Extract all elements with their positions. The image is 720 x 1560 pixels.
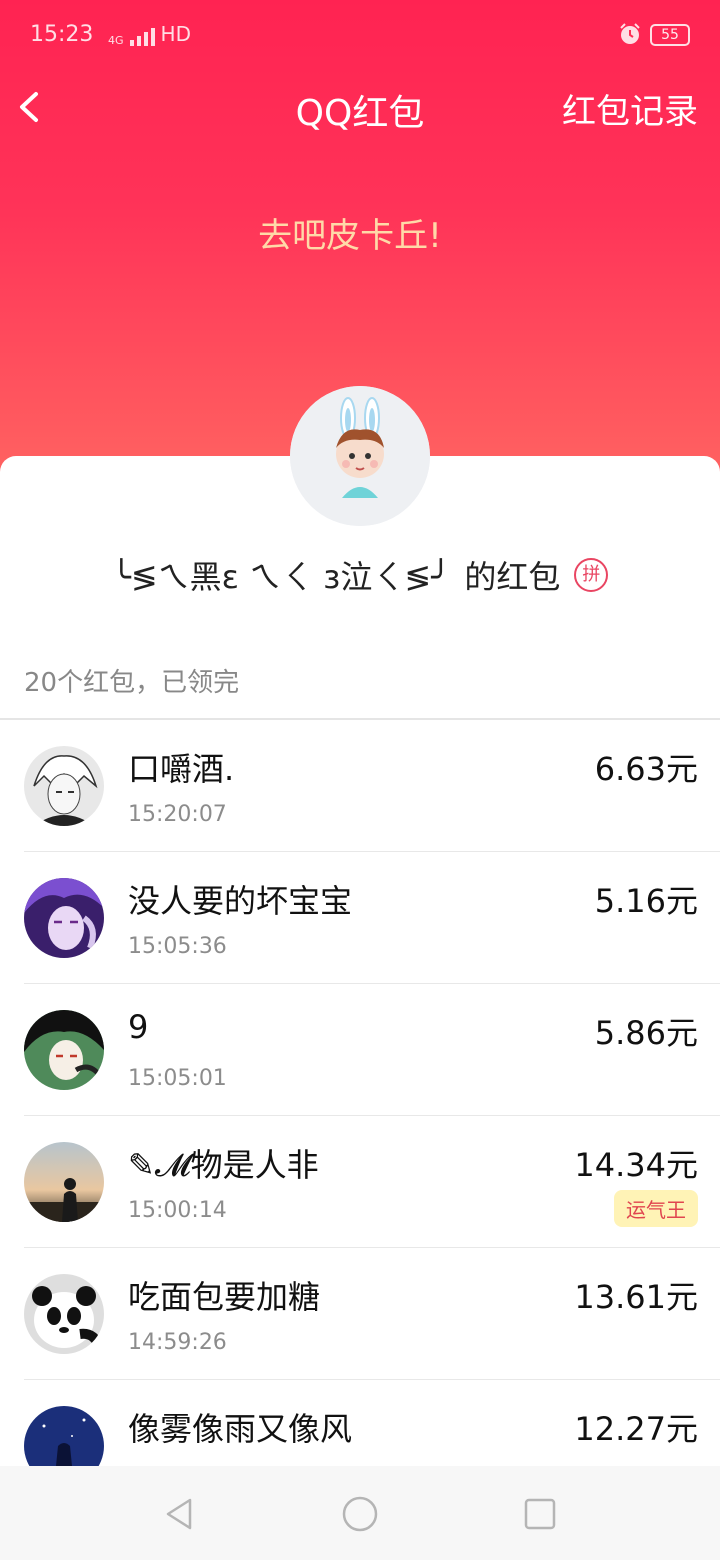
recipient-time: 15:00:14: [128, 1198, 227, 1223]
nav-back-triangle-icon[interactable]: [160, 1494, 200, 1534]
recipient-amount: 12.27元: [574, 1410, 698, 1448]
navigation-bar: QQ红包 红包记录: [0, 72, 720, 142]
recipient-amount: 13.61元: [574, 1278, 698, 1316]
recipient-name: 没人要的坏宝宝: [128, 882, 353, 920]
network-type: 4G: [108, 34, 124, 47]
nav-home-circle-icon[interactable]: [340, 1494, 380, 1534]
recipient-name: 吃面包要加糖: [128, 1278, 321, 1316]
recipient-amount: 14.34元: [574, 1146, 698, 1184]
sender-avatar[interactable]: [290, 386, 430, 526]
recipient-name: 口嚼酒.: [128, 750, 235, 788]
recipient-time: 15:05:01: [128, 1066, 227, 1091]
system-navigation-bar: [0, 1466, 720, 1560]
sender-line: ╰≶ㄟ黑ε ㄟㄑ з泣ㄑ≶╯ 的红包 拼: [0, 552, 720, 598]
recipient-row[interactable]: 没人要的坏宝宝 15:05:36 5.16元: [0, 852, 720, 984]
hd-indicator: HD: [160, 22, 191, 46]
recipient-name: ✎𝓜物是人非: [128, 1146, 319, 1184]
status-time: 15:23: [30, 22, 94, 47]
purple-hair-avatar-icon: [24, 878, 104, 958]
battery-icon: 55: [650, 24, 690, 46]
recipient-row[interactable]: 像雾像雨又像风 12.27元: [0, 1380, 720, 1466]
recipient-avatar: [24, 878, 104, 958]
back-button[interactable]: [10, 82, 50, 132]
pin-badge-icon: 拼: [574, 558, 609, 592]
recipient-name: 9: [128, 1008, 149, 1046]
recipient-time: 14:59:26: [128, 1330, 227, 1355]
anime-boy-avatar-icon: [24, 746, 104, 826]
recipient-amount: 5.16元: [594, 882, 698, 920]
sunset-silhouette-avatar-icon: [24, 1142, 104, 1222]
recipient-avatar: [24, 1010, 104, 1090]
luck-king-badge: 运气王: [614, 1190, 698, 1227]
recipient-list: 口嚼酒. 15:20:07 6.63元 没人要的坏宝宝 15:05:36 5.1…: [0, 720, 720, 1466]
recipient-time: 15:20:07: [128, 802, 227, 827]
packet-summary: 20个红包，已领完: [24, 668, 240, 698]
sender-suffix: 的红包: [464, 558, 561, 596]
red-packet-records-link[interactable]: 红包记录: [562, 84, 698, 133]
bunny-boy-avatar-icon: [290, 386, 430, 526]
recipient-name: 像雾像雨又像风: [128, 1410, 353, 1448]
alarm-icon: [620, 23, 640, 44]
panda-avatar-icon: [24, 1274, 104, 1354]
nav-recents-square-icon[interactable]: [520, 1494, 560, 1534]
signal-icon: [129, 26, 155, 46]
network-indicator: 4G HD: [108, 22, 191, 46]
recipient-avatar: [24, 1142, 104, 1222]
recipient-row[interactable]: 口嚼酒. 15:20:07 6.63元: [0, 720, 720, 852]
recipient-amount: 5.86元: [594, 1014, 698, 1052]
sender-name: ╰≶ㄟ黑ε ㄟㄑ з泣ㄑ≶╯: [111, 558, 451, 596]
recipient-avatar: [24, 1274, 104, 1354]
recipient-row[interactable]: 9 15:05:01 5.86元: [0, 984, 720, 1116]
night-sky-avatar-icon: [24, 1406, 104, 1466]
recipient-time: 15:05:36: [128, 934, 227, 959]
recipient-avatar: [24, 746, 104, 826]
dark-hair-avatar-icon: [24, 1010, 104, 1090]
recipient-avatar: [24, 1406, 104, 1466]
status-bar: 15:23 4G HD 55: [0, 0, 720, 72]
recipient-row[interactable]: ✎𝓜物是人非 15:00:14 14.34元 运气王: [0, 1116, 720, 1248]
recipient-amount: 6.63元: [594, 750, 698, 788]
greeting-message: 去吧皮卡丘!: [258, 216, 442, 256]
recipient-row[interactable]: 吃面包要加糖 14:59:26 13.61元: [0, 1248, 720, 1380]
